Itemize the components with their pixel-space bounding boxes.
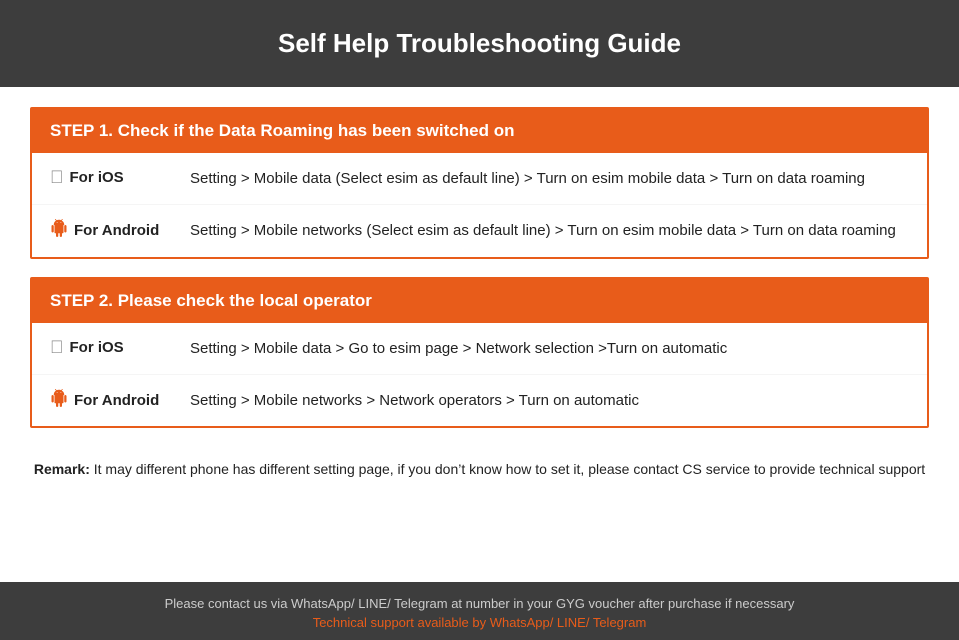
step2-ios-instruction: Setting > Mobile data > Go to esim page … [190,337,909,360]
step1-body:  For iOS Setting > Mobile data (Select … [32,153,927,257]
step1-block: STEP 1. Check if the Data Roaming has be… [30,107,929,259]
step2-block: STEP 2. Please check the local operator … [30,277,929,429]
android-icon-2 [50,389,68,412]
step1-header: STEP 1. Check if the Data Roaming has be… [32,109,927,153]
step1-ios-label:  For iOS [50,167,190,188]
step1-android-label: For Android [50,219,190,242]
remark-section: Remark: It may different phone has diffe… [30,446,929,490]
step1-android-row: For Android Setting > Mobile networks (S… [32,205,927,256]
footer-contact: Please contact us via WhatsApp/ LINE/ Te… [20,596,939,611]
page-header: Self Help Troubleshooting Guide [0,0,959,87]
step1-android-instruction: Setting > Mobile networks (Select esim a… [190,219,909,242]
apple-icon:  [50,167,64,188]
step2-ios-row:  For iOS Setting > Mobile data > Go to … [32,323,927,375]
footer-support: Technical support available by WhatsApp/… [20,615,939,630]
page-title: Self Help Troubleshooting Guide [20,28,939,59]
android-icon [50,219,68,242]
main-content: STEP 1. Check if the Data Roaming has be… [0,87,959,582]
apple-icon-2:  [50,337,64,358]
footer: Please contact us via WhatsApp/ LINE/ Te… [0,582,959,640]
step2-header: STEP 2. Please check the local operator [32,279,927,323]
step2-android-label: For Android [50,389,190,412]
step2-body:  For iOS Setting > Mobile data > Go to … [32,323,927,427]
step2-android-instruction: Setting > Mobile networks > Network oper… [190,389,909,412]
step2-android-row: For Android Setting > Mobile networks > … [32,375,927,426]
remark-label: Remark: It may different phone has diffe… [34,461,925,477]
step2-ios-label:  For iOS [50,337,190,358]
step1-ios-instruction: Setting > Mobile data (Select esim as de… [190,167,909,190]
step1-ios-row:  For iOS Setting > Mobile data (Select … [32,153,927,205]
